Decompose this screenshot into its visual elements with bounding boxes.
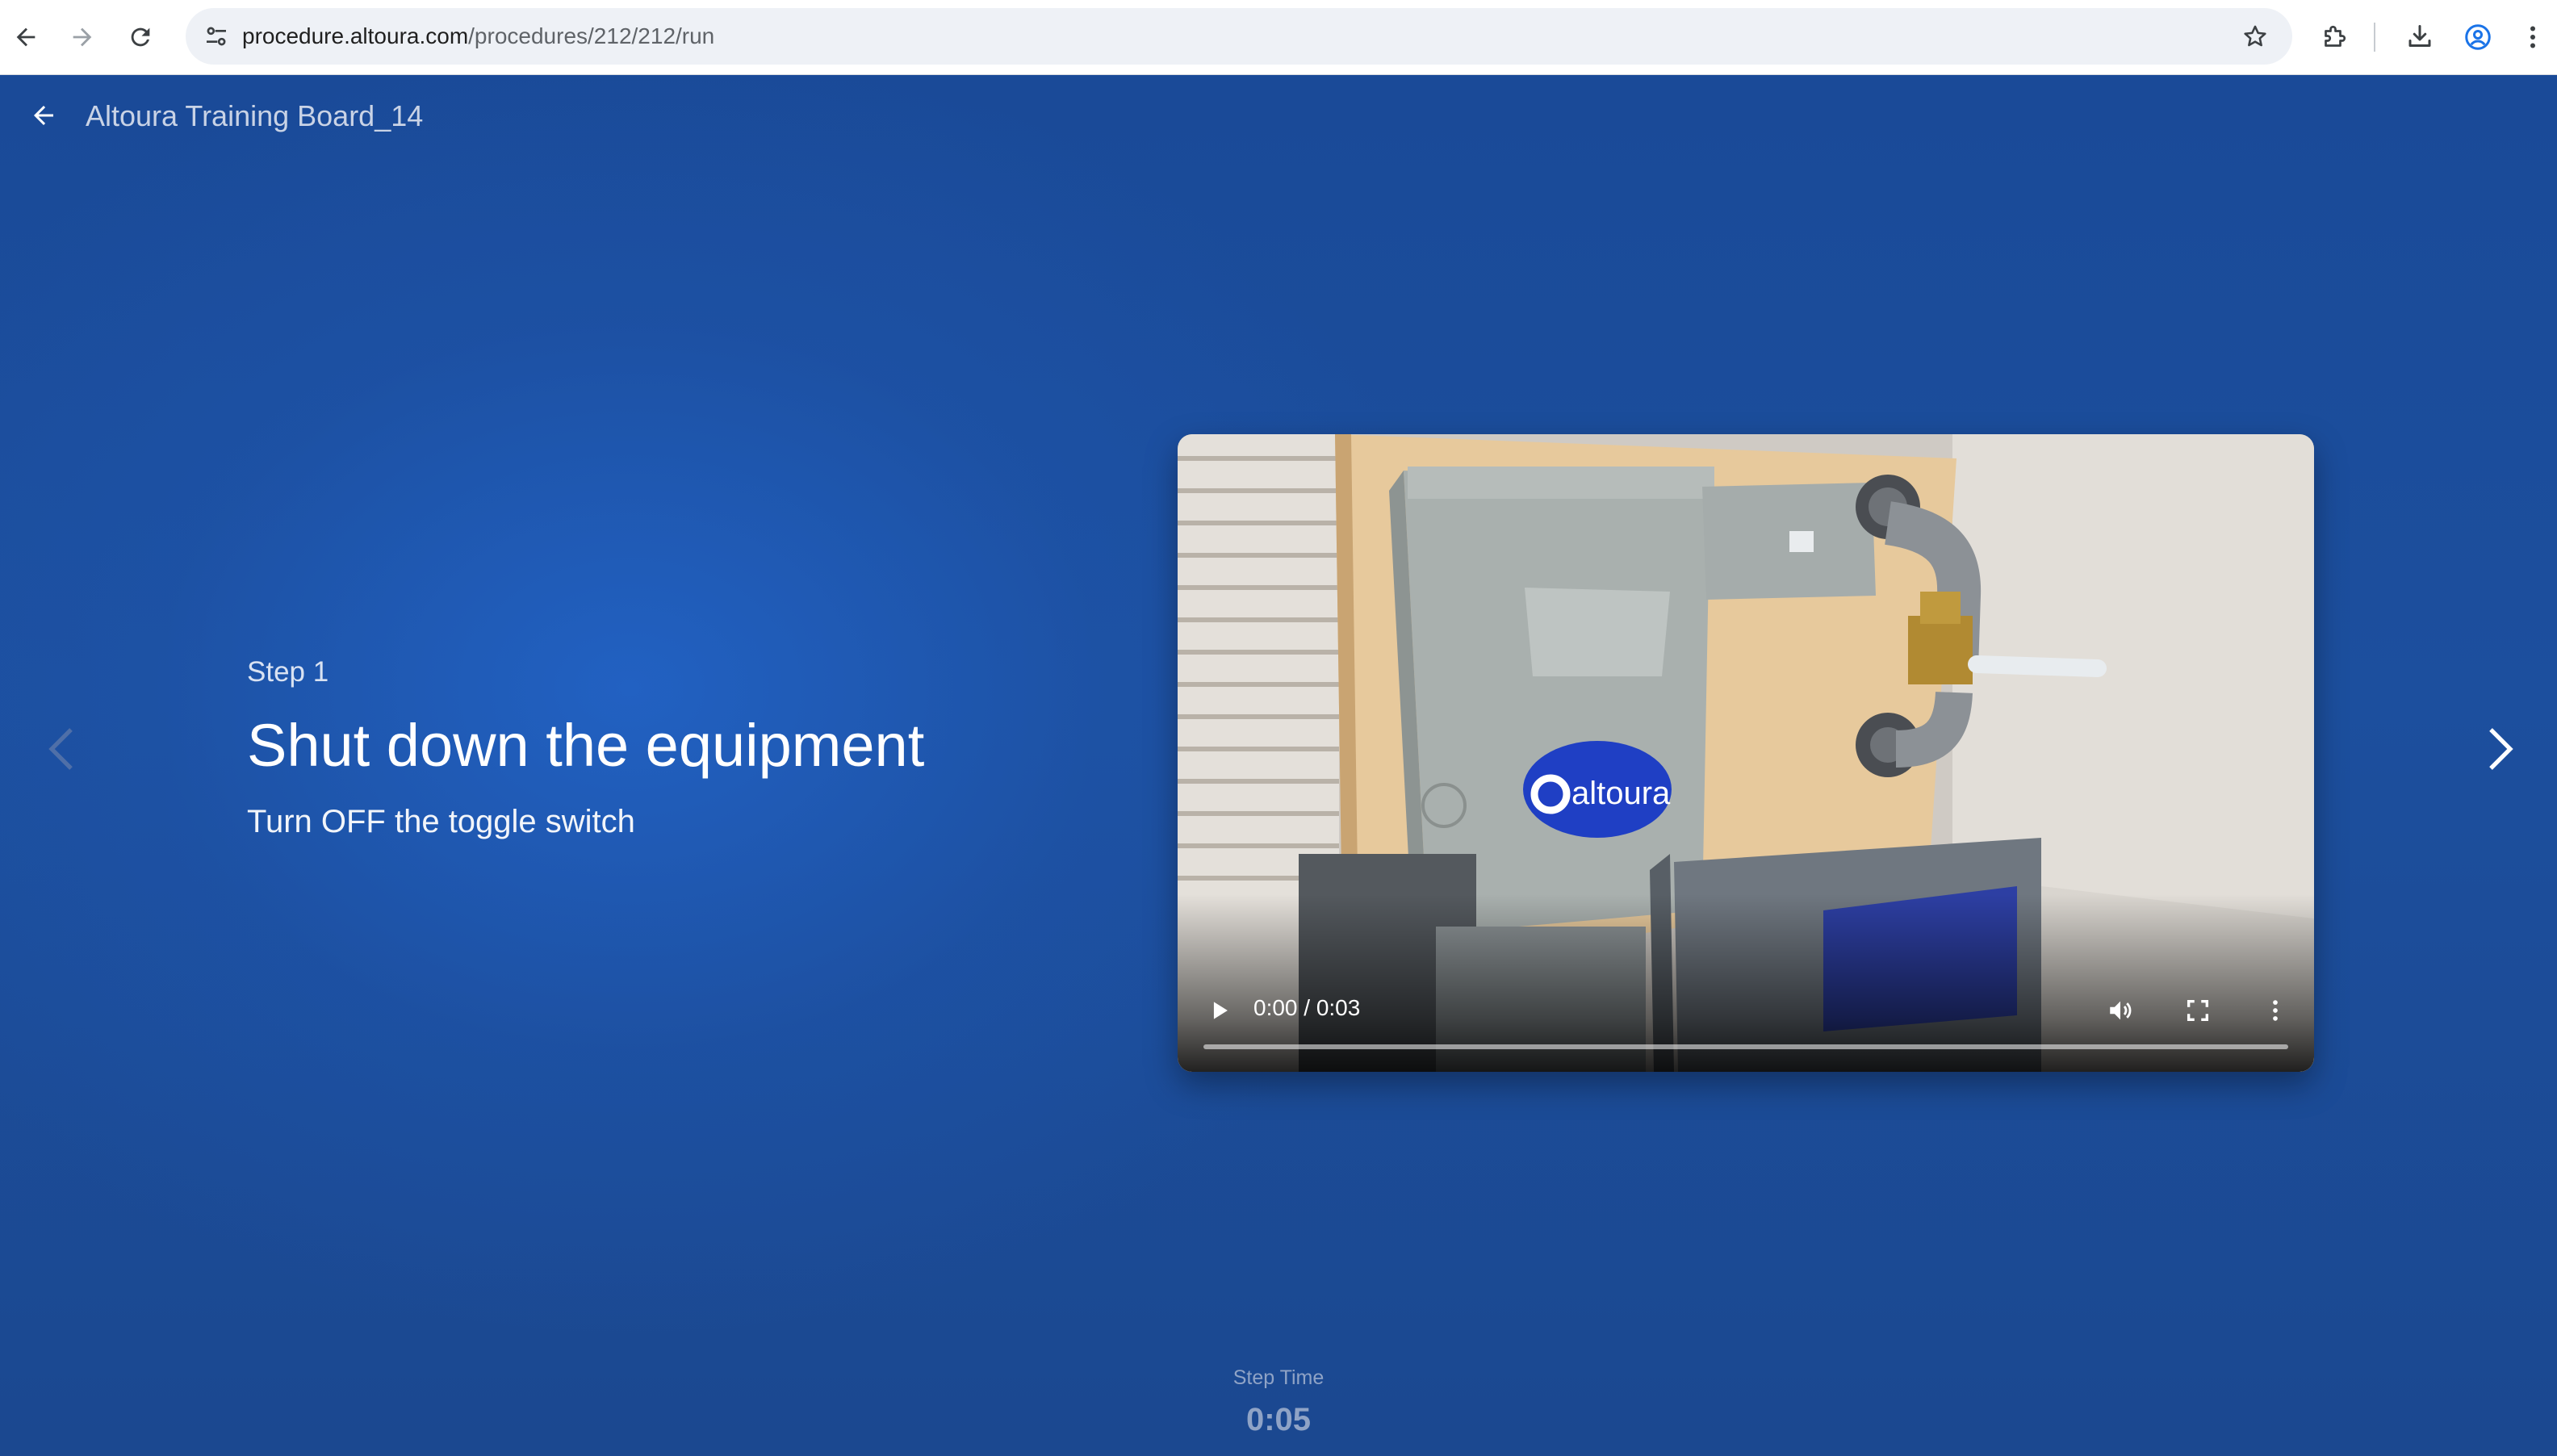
browser-reload-button[interactable]: [115, 11, 166, 63]
arrow-right-icon: [73, 27, 92, 47]
volume-button[interactable]: [2098, 988, 2143, 1033]
star-icon: [2244, 25, 2266, 47]
browser-menu-button[interactable]: [2510, 11, 2555, 63]
fullscreen-button[interactable]: [2175, 988, 2220, 1033]
bookmark-button[interactable]: [2233, 14, 2278, 59]
download-icon: [2408, 25, 2431, 47]
fullscreen-icon: [2187, 999, 2209, 1022]
play-icon: [1213, 1002, 1228, 1019]
extensions-button[interactable]: [2308, 11, 2360, 63]
more-vertical-icon: [2273, 1000, 2278, 1021]
url-path: /procedures/212/212/run: [468, 23, 715, 48]
browser-forward-button[interactable]: [56, 11, 108, 63]
previous-step-button[interactable]: [37, 721, 86, 777]
step-number: Step 1: [247, 656, 329, 688]
reload-icon: [131, 27, 150, 47]
next-step-button[interactable]: [2476, 721, 2525, 777]
arrow-left-icon: [34, 106, 53, 125]
step-heading: Shut down the equipment: [247, 712, 925, 779]
browser-back-button[interactable]: [0, 11, 52, 63]
back-button[interactable]: [23, 94, 65, 136]
site-info-button[interactable]: [194, 14, 239, 59]
chevron-left-icon: [48, 728, 73, 770]
browser-toolbar: procedure.altoura.com/procedures/212/212…: [0, 0, 2557, 75]
step-video[interactable]: altoura 0:00 / 0:03: [1178, 434, 2314, 1072]
url-host: procedure.altoura.com: [242, 23, 469, 48]
step-time-value: 0:05: [1245, 1402, 1312, 1437]
volume-icon: [2110, 1001, 2132, 1020]
play-button[interactable]: [1197, 988, 1242, 1033]
procedure-run-page: Altoura Training Board_14 Step 1 Shut do…: [0, 75, 2557, 1456]
video-time: 0:00 / 0:03: [1253, 995, 1361, 1020]
step-description: Turn OFF the toggle switch: [247, 804, 635, 839]
arrow-left-icon: [16, 27, 36, 47]
tune-icon: [207, 27, 226, 46]
step-time-label: Step Time: [1232, 1366, 1325, 1389]
address-bar[interactable]: procedure.altoura.com/procedures/212/212…: [186, 8, 2292, 65]
altoura-logo-text: altoura: [1571, 776, 1671, 811]
profile-button[interactable]: [2452, 11, 2504, 63]
chevron-right-icon: [2489, 728, 2513, 770]
url-text[interactable]: procedure.altoura.com/procedures/212/212…: [242, 8, 714, 65]
video-progress-bar[interactable]: [1203, 1044, 2288, 1049]
toolbar-divider: [2374, 23, 2375, 52]
video-more-options-button[interactable]: [2253, 988, 2298, 1033]
puzzle-icon: [2325, 25, 2346, 47]
more-vertical-icon: [2530, 26, 2535, 48]
downloads-button[interactable]: [2394, 11, 2446, 63]
step-content: Step 1 Shut down the equipment Turn OFF …: [247, 656, 1135, 840]
account-circle-icon: [2465, 24, 2491, 50]
procedure-title: Altoura Training Board_14: [86, 99, 424, 132]
